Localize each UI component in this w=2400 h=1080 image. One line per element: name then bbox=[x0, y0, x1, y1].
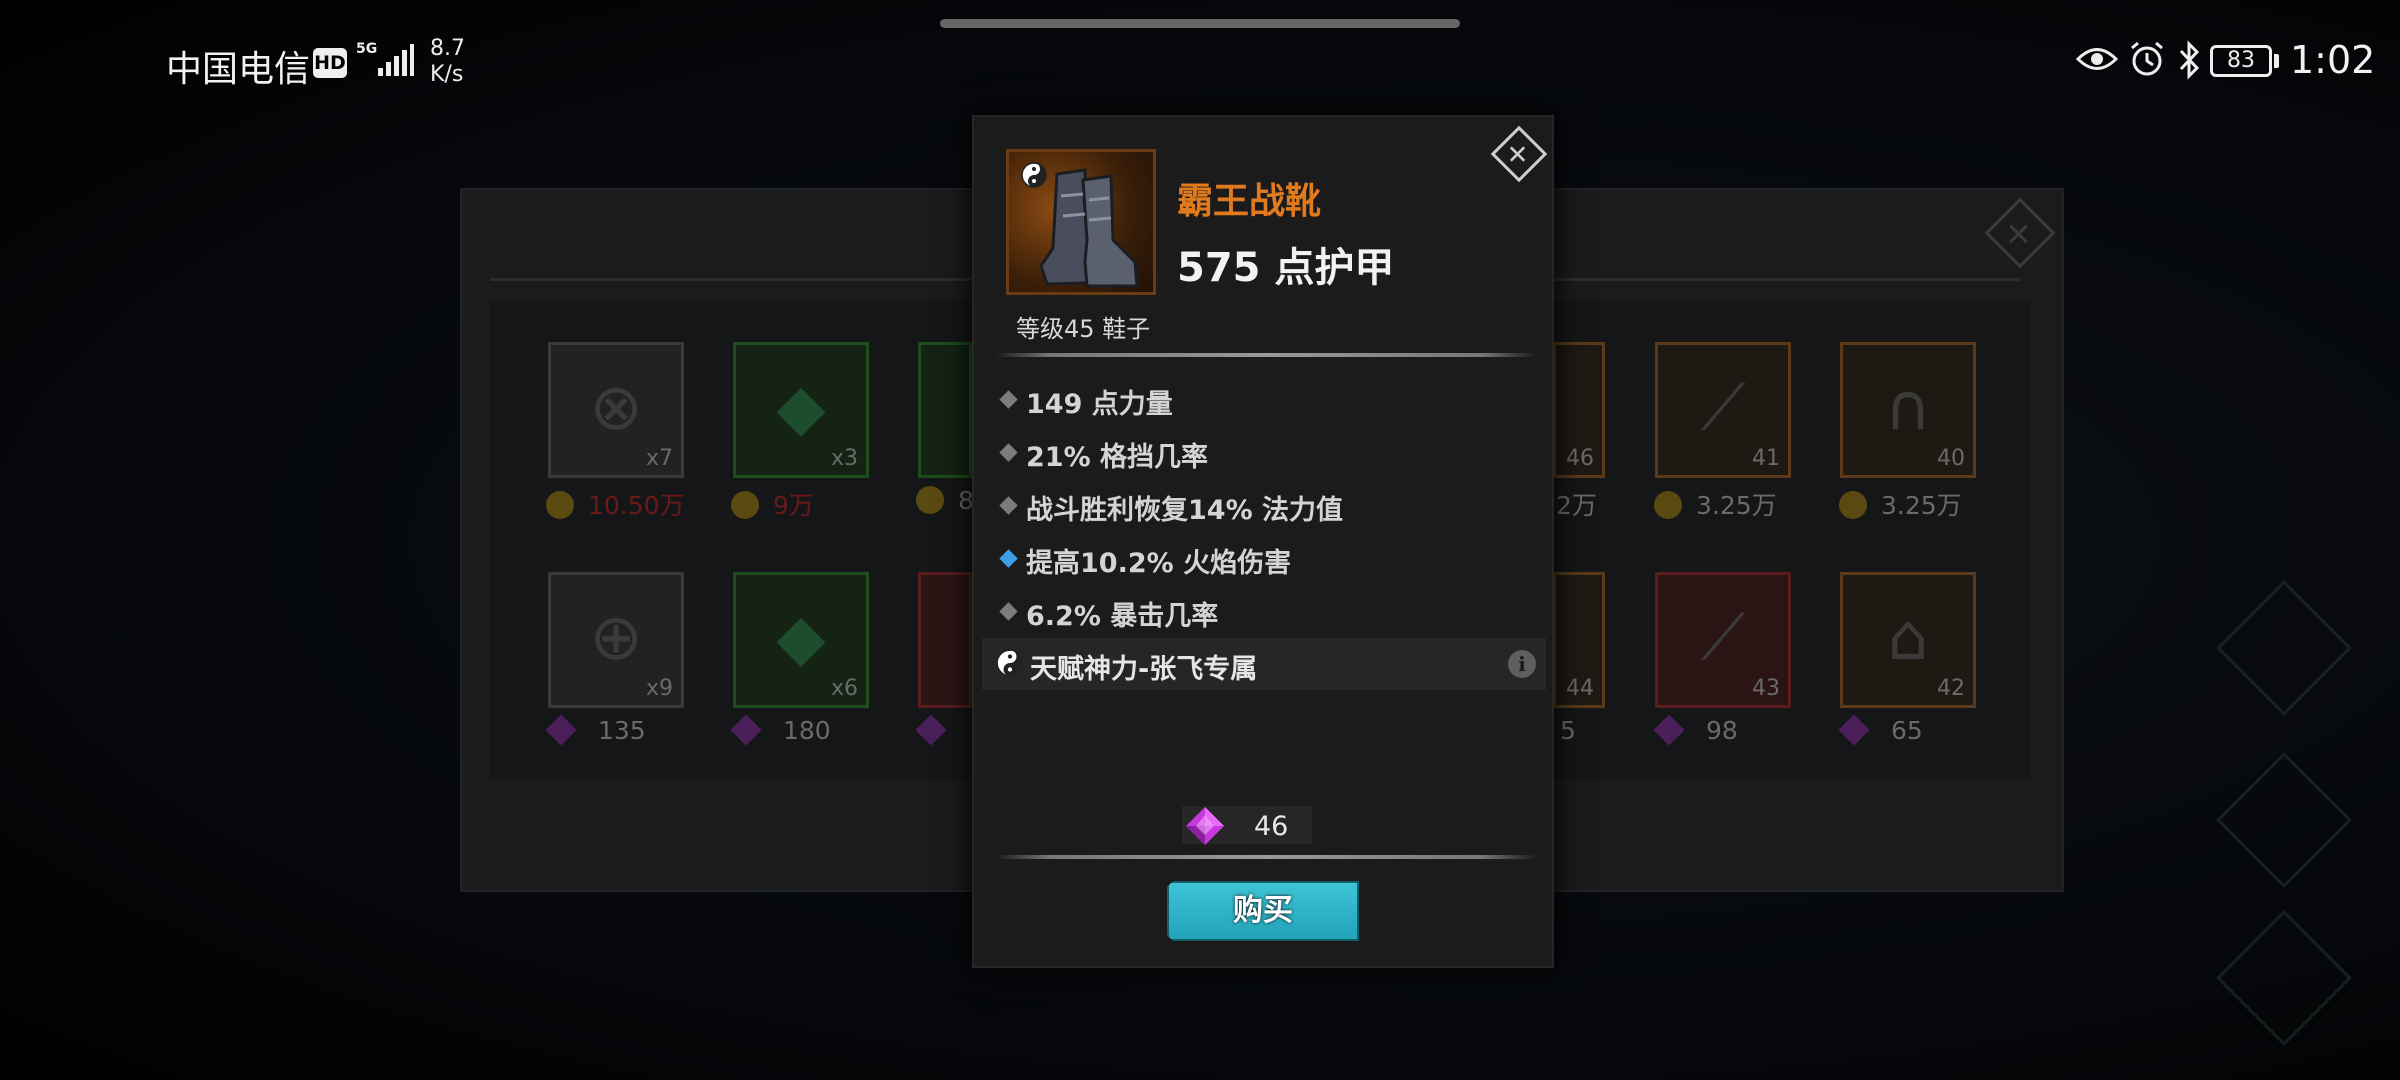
item-armor: 575 点护甲 bbox=[1177, 245, 1395, 291]
gem-icon bbox=[915, 714, 947, 746]
slot-price: 9万 bbox=[731, 486, 814, 522]
slot-price: 65 bbox=[1838, 714, 1923, 746]
slot-price: 3.25万 bbox=[1654, 486, 1777, 522]
shop-slot[interactable]: ⌂ 42 bbox=[1840, 572, 1976, 708]
bullet-icon bbox=[999, 390, 1018, 409]
shop-slot[interactable]: ◆ x6 bbox=[733, 572, 869, 708]
green-gem-icon: ◆ bbox=[776, 601, 826, 675]
status-bar: 中国电信 HD 5G 8.7 K/s 83 1:02 bbox=[0, 0, 2400, 110]
coin-icon bbox=[731, 491, 759, 519]
slot-price: 3.25万 bbox=[1839, 486, 1962, 522]
bullet-icon bbox=[999, 496, 1018, 515]
talent-label: 天赋神力-张飞专属 bbox=[1030, 654, 1258, 685]
divider bbox=[996, 353, 1536, 357]
gem-icon bbox=[1653, 714, 1685, 746]
shop-slot[interactable]: ◆ x3 bbox=[733, 342, 869, 478]
info-icon[interactable]: i bbox=[1508, 650, 1536, 678]
stat-row: 提高10.2% 火焰伤害 bbox=[974, 532, 1554, 584]
item-name: 霸王战靴 bbox=[1177, 181, 1322, 222]
battery-icon: 83 bbox=[2210, 45, 2272, 77]
stat-row: 21% 格挡几率 bbox=[974, 426, 1554, 478]
net-speed: 8.7 K/s bbox=[430, 36, 465, 87]
shop-slot[interactable] bbox=[918, 572, 972, 708]
shop-slot[interactable]: ∩ 40 bbox=[1840, 342, 1976, 478]
slot-price: 135 bbox=[545, 714, 646, 746]
talent-row[interactable]: 天赋神力-张飞专属 i bbox=[982, 638, 1546, 690]
bullet-icon bbox=[999, 443, 1018, 462]
stat-row: 6.2% 暴击几率 bbox=[974, 585, 1554, 637]
slot-price: 2万 bbox=[1556, 491, 1597, 520]
boots-icon: ⌂ bbox=[1887, 601, 1929, 675]
yin-yang-icon bbox=[1021, 162, 1047, 188]
slot-price: 8 bbox=[916, 486, 974, 515]
slot-price: 180 bbox=[730, 714, 831, 746]
divider bbox=[996, 855, 1536, 859]
buy-button[interactable]: 购买 bbox=[1167, 881, 1359, 941]
slot-price bbox=[915, 714, 968, 746]
rune-icon: ⊕ bbox=[589, 601, 643, 675]
yin-yang-icon bbox=[996, 649, 1024, 677]
item-icon bbox=[1006, 149, 1156, 295]
gem-icon bbox=[1838, 714, 1870, 746]
hd-badge: HD bbox=[313, 48, 347, 78]
stat-row: 战斗胜利恢复14% 法力值 bbox=[974, 479, 1554, 531]
carrier-name: 中国电信 bbox=[166, 49, 311, 90]
eye-icon bbox=[2076, 48, 2118, 70]
battery-tip bbox=[2274, 54, 2279, 68]
stat-row: 149 点力量 bbox=[974, 373, 1554, 425]
network-type: 5G bbox=[356, 41, 378, 57]
signal-icon bbox=[378, 44, 414, 76]
item-price: 46 bbox=[1254, 811, 1289, 842]
gem-icon bbox=[730, 714, 762, 746]
item-level-type: 等级45 鞋子 bbox=[1016, 315, 1151, 343]
staff-icon: ⟋ bbox=[1700, 601, 1746, 675]
shop-slot[interactable]: 44 bbox=[1553, 572, 1605, 708]
gem-icon bbox=[545, 714, 577, 746]
slot-price: 98 bbox=[1653, 714, 1738, 746]
slot-price: 10.50万 bbox=[546, 486, 685, 522]
bow-icon: ⟋ bbox=[1700, 371, 1746, 445]
coin-icon bbox=[1839, 491, 1867, 519]
rune-icon: ⊗ bbox=[589, 371, 643, 445]
slot-price: 5 bbox=[1560, 716, 1576, 745]
shop-slot[interactable] bbox=[918, 342, 972, 478]
coin-icon bbox=[546, 491, 574, 519]
clock: 1:02 bbox=[2290, 38, 2376, 82]
green-gem-icon: ◆ bbox=[776, 371, 826, 445]
bluetooth-icon bbox=[2179, 40, 2200, 80]
gem-icon bbox=[1186, 807, 1224, 845]
shop-slot[interactable]: ⊕ x9 bbox=[548, 572, 684, 708]
bullet-icon bbox=[999, 602, 1018, 621]
alarm-icon bbox=[2131, 41, 2163, 76]
item-detail-popup: 霸王战靴 575 点护甲 等级45 鞋子 ✕ 149 点力量 21% 格挡几率 … bbox=[972, 115, 1554, 968]
coin-icon bbox=[1654, 491, 1682, 519]
shop-slot[interactable]: 46 bbox=[1553, 342, 1605, 478]
shop-slot[interactable]: ⟋ 43 bbox=[1655, 572, 1791, 708]
shop-slot[interactable]: ⟋ 41 bbox=[1655, 342, 1791, 478]
shop-slot[interactable]: ⊗ x7 bbox=[548, 342, 684, 478]
close-icon: ✕ bbox=[1506, 140, 1529, 171]
hood-icon: ∩ bbox=[1884, 371, 1932, 445]
close-button[interactable]: ✕ bbox=[1490, 125, 1548, 183]
coin-icon bbox=[916, 486, 944, 514]
bullet-icon bbox=[999, 549, 1018, 568]
